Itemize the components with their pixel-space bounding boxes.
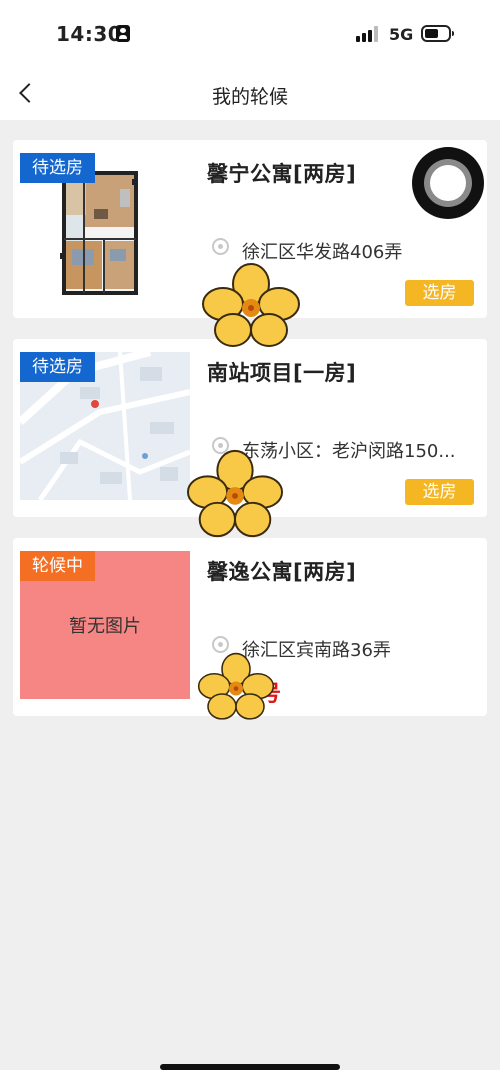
queue-number: 号 <box>259 682 282 707</box>
no-image-text: 暂无图片 <box>69 616 141 637</box>
listing-card[interactable]: 待选房 南站项目[一房] 东荡小区：老沪闵路150... 选房 <box>13 339 487 517</box>
status-badge: 待选房 <box>20 153 95 183</box>
location-pin-icon <box>212 437 229 454</box>
listing-title: 馨宁公寓[两房] <box>207 162 357 186</box>
network-type: 5G <box>389 25 414 44</box>
location-pin-icon <box>212 636 229 653</box>
select-room-button[interactable]: 选房 <box>405 280 474 306</box>
id-card-icon <box>116 25 130 42</box>
select-room-button[interactable]: 选房 <box>405 479 474 505</box>
nav-bar: 我的轮候 <box>0 66 500 120</box>
status-badge: 待选房 <box>20 352 95 382</box>
page-title: 我的轮候 <box>211 86 288 108</box>
status-time: 14:30 <box>56 22 123 46</box>
battery-icon <box>421 25 454 42</box>
record-disc-icon <box>412 147 484 219</box>
signal-bars-icon <box>356 26 378 42</box>
listing-address: 东荡小区：老沪闵路150... <box>242 441 456 462</box>
status-bar: 14:30 5G <box>0 0 500 66</box>
status-badge: 轮候中 <box>20 551 95 581</box>
location-pin-icon <box>212 238 229 255</box>
listing-address: 徐汇区华发路406弄 <box>242 242 403 263</box>
listing-title: 馨逸公寓[两房] <box>207 560 357 584</box>
home-indicator[interactable] <box>160 1064 340 1070</box>
listing-card[interactable]: 暂无图片 轮候中 馨逸公寓[两房] 徐汇区宾南路36弄 号 <box>13 538 487 716</box>
listing-title: 南站项目[一房] <box>207 361 357 385</box>
listing-address: 徐汇区宾南路36弄 <box>242 640 391 661</box>
